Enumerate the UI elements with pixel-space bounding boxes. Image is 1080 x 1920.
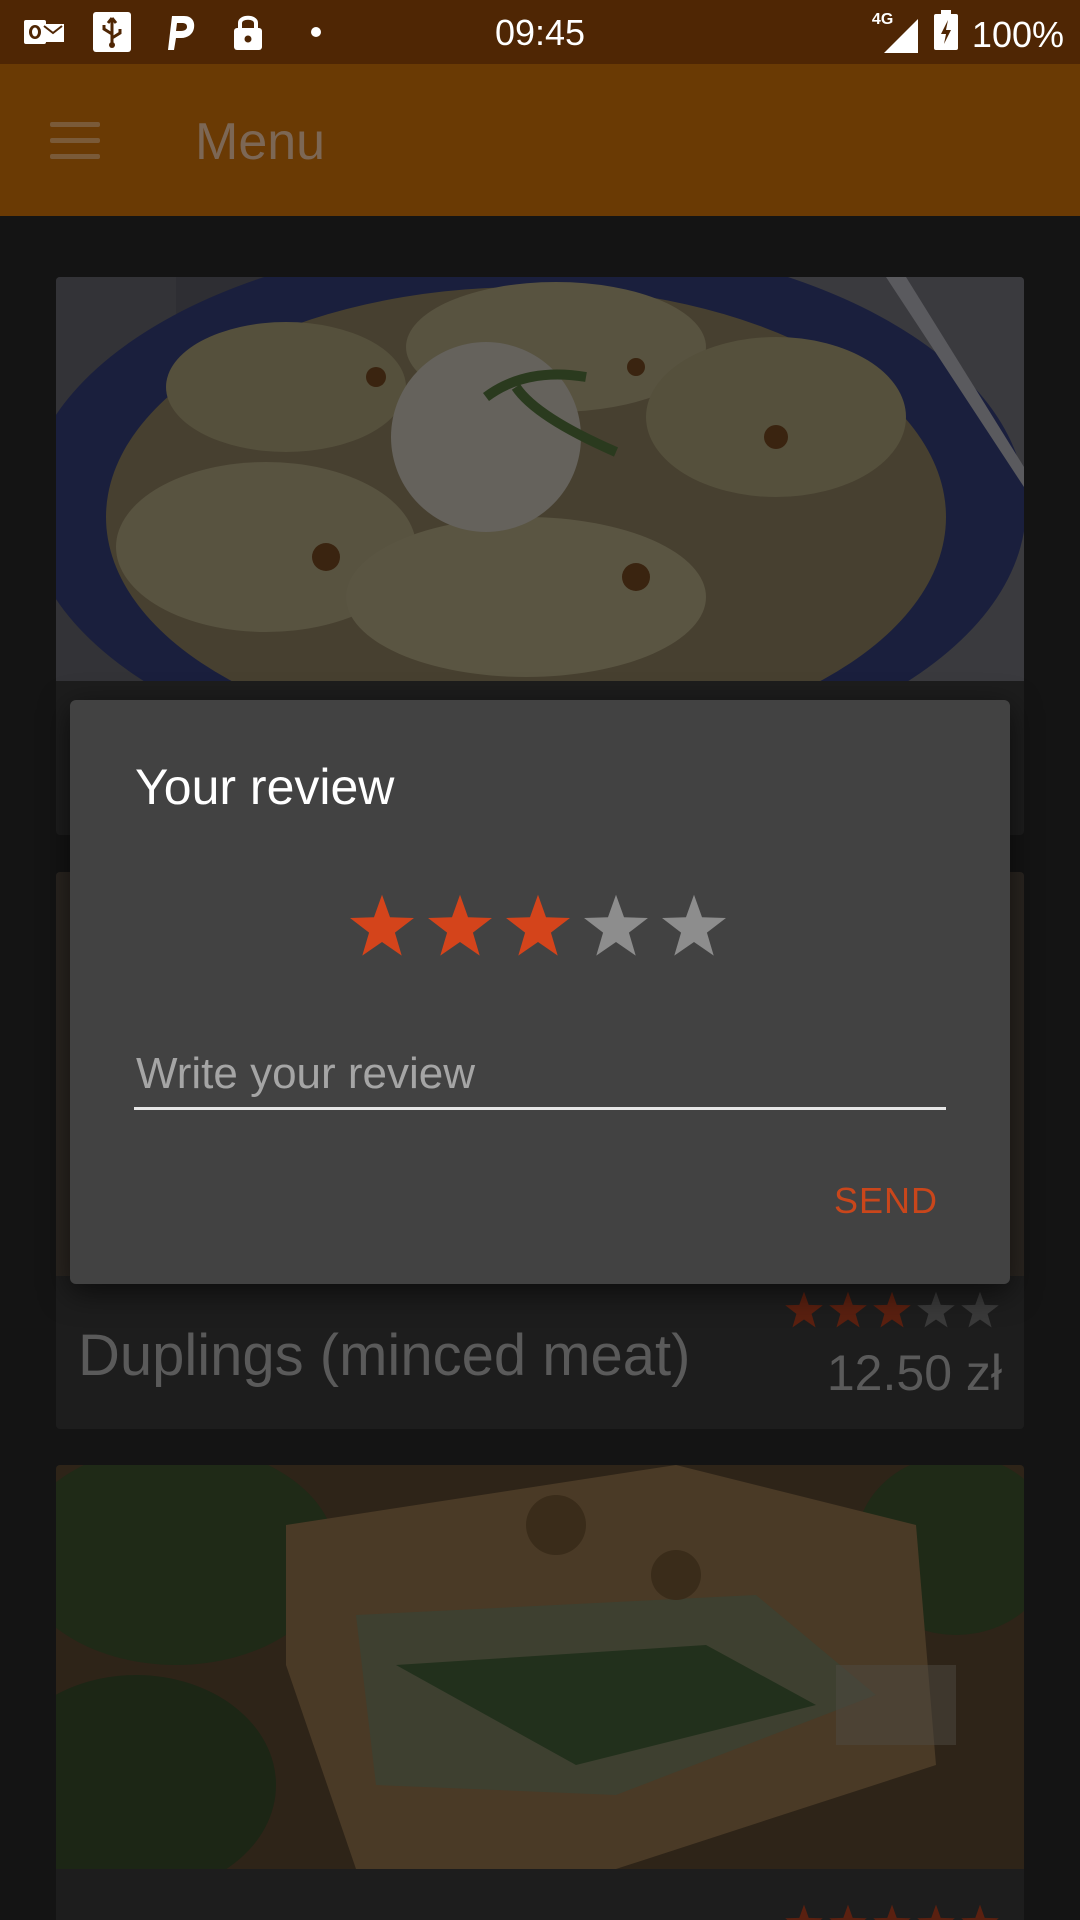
dish-image (56, 1465, 1024, 1869)
page-title: Menu (195, 113, 326, 171)
rating-bar[interactable] (348, 892, 728, 960)
dish-footer (56, 1869, 1024, 1920)
battery-icon (933, 10, 958, 59)
dish-image (56, 277, 1024, 681)
dish-name: Duplings (minced meat) (78, 1323, 691, 1388)
star-filled-icon[interactable] (348, 892, 416, 960)
app-root: 09:45 4G 100% Menu Duplings (minced meat… (0, 0, 1080, 1920)
network-type: 4G (871, 10, 894, 28)
star-empty-icon (961, 1291, 999, 1328)
star-filled-icon (785, 1904, 823, 1920)
dish-card[interactable] (56, 1465, 1024, 1920)
star-filled-icon (829, 1291, 867, 1328)
star-filled-icon (829, 1904, 867, 1920)
status-bar: 09:45 4G 100% (0, 0, 1080, 64)
star-filled-icon (873, 1904, 911, 1920)
star-filled-icon (785, 1291, 823, 1328)
dish-rating (784, 1290, 1000, 1330)
dish-rating (784, 1903, 1000, 1920)
star-filled-icon[interactable] (504, 892, 572, 960)
dialog-title: Your review (135, 759, 395, 815)
app-bar: Menu (0, 64, 1080, 216)
star-empty-icon (917, 1291, 955, 1328)
review-input[interactable] (134, 1040, 946, 1110)
send-button[interactable]: SEND (834, 1180, 938, 1222)
star-filled-icon (961, 1904, 999, 1920)
star-empty-icon[interactable] (660, 892, 728, 960)
star-filled-icon[interactable] (426, 892, 494, 960)
star-empty-icon[interactable] (582, 892, 650, 960)
dish-footer: Duplings (minced meat) 12.50 zł (56, 1276, 1024, 1429)
star-filled-icon (917, 1904, 955, 1920)
dish-price: 12.50 zł (826, 1345, 1002, 1401)
status-right-icons: 4G 100% (872, 10, 1064, 59)
signal-icon: 4G (872, 11, 920, 55)
review-dialog: Your review SEND (70, 700, 1010, 1284)
menu-icon[interactable] (44, 118, 104, 164)
star-filled-icon (873, 1291, 911, 1328)
battery-level: 100% (971, 13, 1064, 55)
